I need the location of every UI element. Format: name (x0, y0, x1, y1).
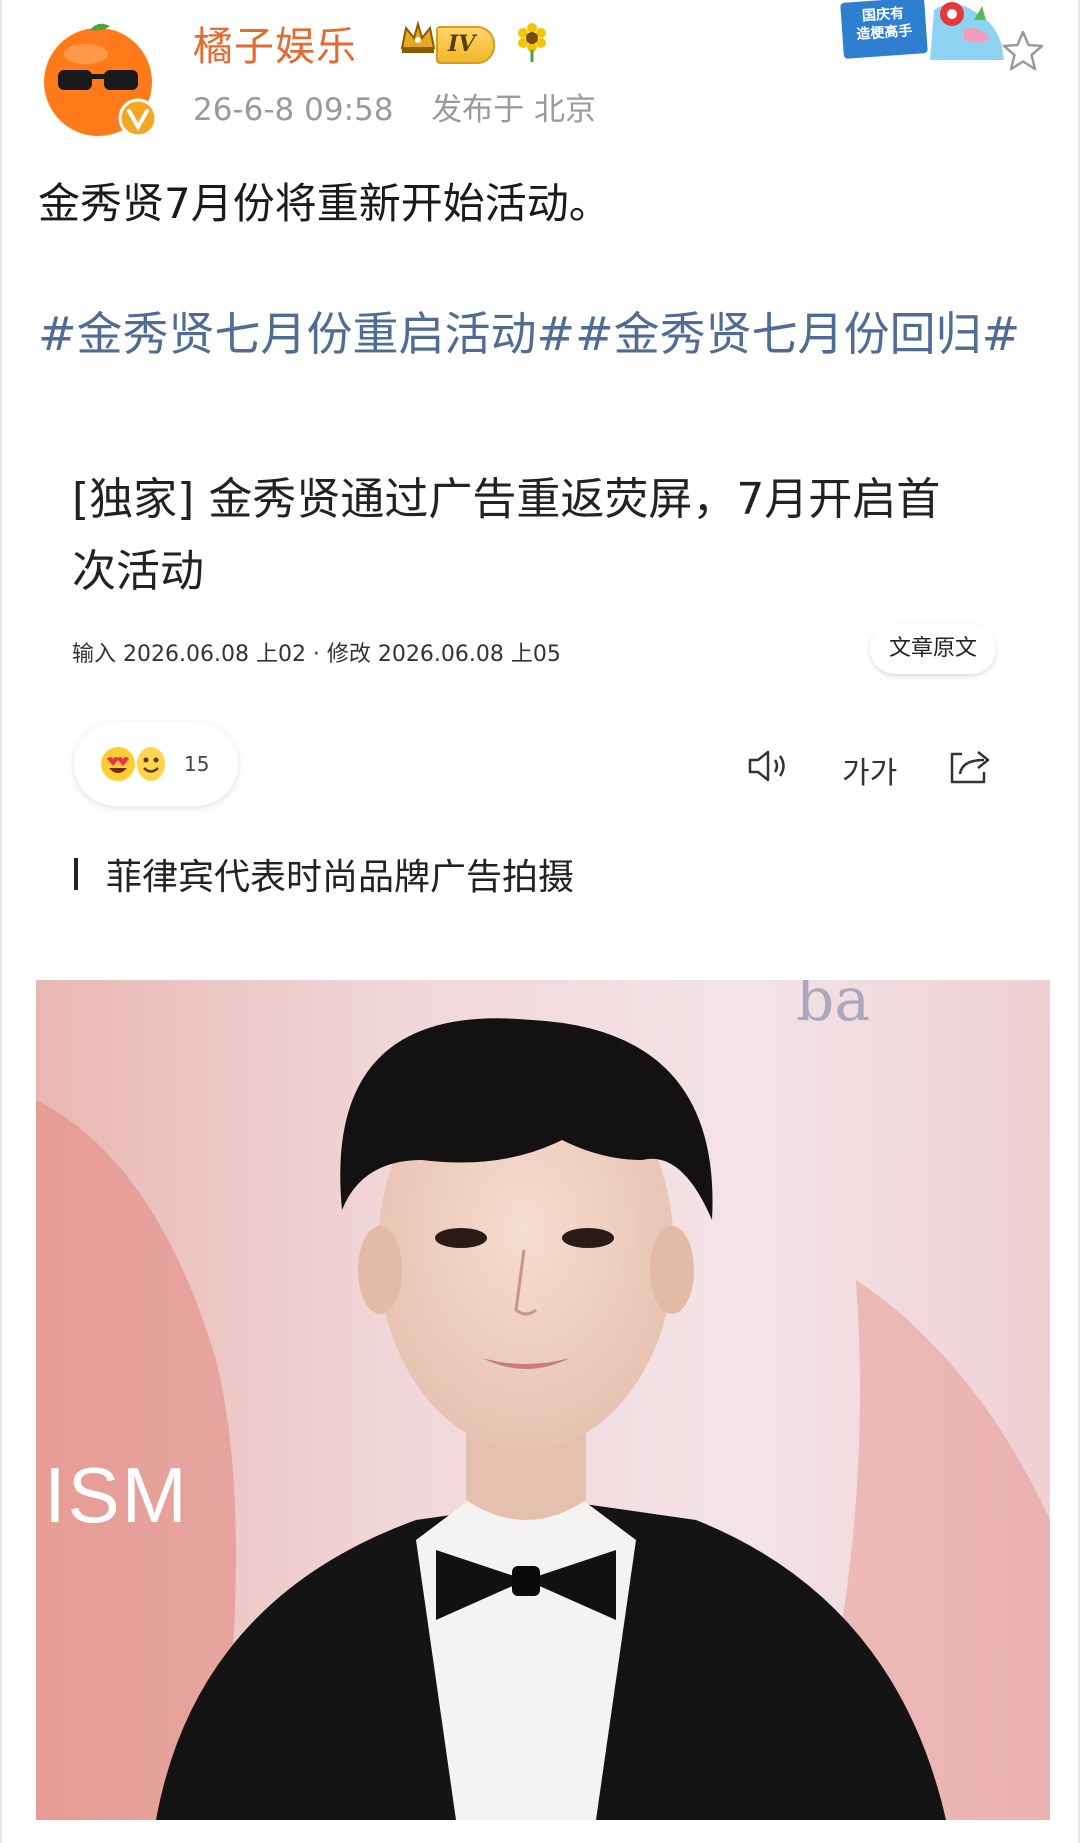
left-border (0, 0, 2, 1843)
post-meta: 26-6-8 09:58 发布于 北京 (193, 84, 596, 129)
share-icon[interactable] (946, 746, 994, 786)
font-size-button[interactable]: 가가 (842, 748, 897, 792)
post-text: 金秀贤7月份将重新开始活动。 (38, 179, 611, 228)
article-meta: 输入 2026.06.08 上02 · 修改 2026.06.08 上05 (72, 642, 561, 667)
article-title: [独家] 金秀贤通过广告重返荧屏，7月开启首次活动 (72, 474, 941, 597)
original-article-button[interactable]: 文章原文 (870, 624, 996, 674)
level-badge[interactable]: IV (436, 26, 496, 64)
post-hashtags[interactable]: #金秀贤七月份重启活动##金秀贤七月份回归# (38, 300, 1048, 368)
subheading-bar (74, 858, 78, 890)
smile-emoji-icon (137, 747, 165, 781)
sunflower-icon (518, 23, 546, 62)
star-favorite-icon[interactable] (1000, 28, 1046, 74)
post-location: 发布于 北京 (431, 92, 597, 128)
campaign-text: 国庆有 造梗高手 (840, 0, 928, 59)
campaign-badge[interactable]: 国庆有 造梗高手 (834, 0, 1004, 60)
article-subheading: 菲律宾代表时尚品牌广告拍摄 (106, 857, 575, 898)
background-text: ba (796, 980, 870, 1035)
user-avatar[interactable] (40, 20, 160, 140)
article-photo[interactable]: ba ISM (36, 980, 1050, 1820)
reaction-pill[interactable]: 15 (74, 722, 238, 806)
verified-icon (118, 98, 158, 138)
photo-watermark: ISM (44, 1451, 189, 1539)
speaker-icon[interactable] (746, 746, 794, 786)
crown-icon (400, 20, 436, 53)
post-timestamp: 26-6-8 09:58 (193, 92, 394, 128)
heart-eyes-emoji-icon (101, 747, 135, 781)
username[interactable]: 橘子娱乐 (193, 14, 357, 72)
reaction-count: 15 (184, 752, 210, 776)
